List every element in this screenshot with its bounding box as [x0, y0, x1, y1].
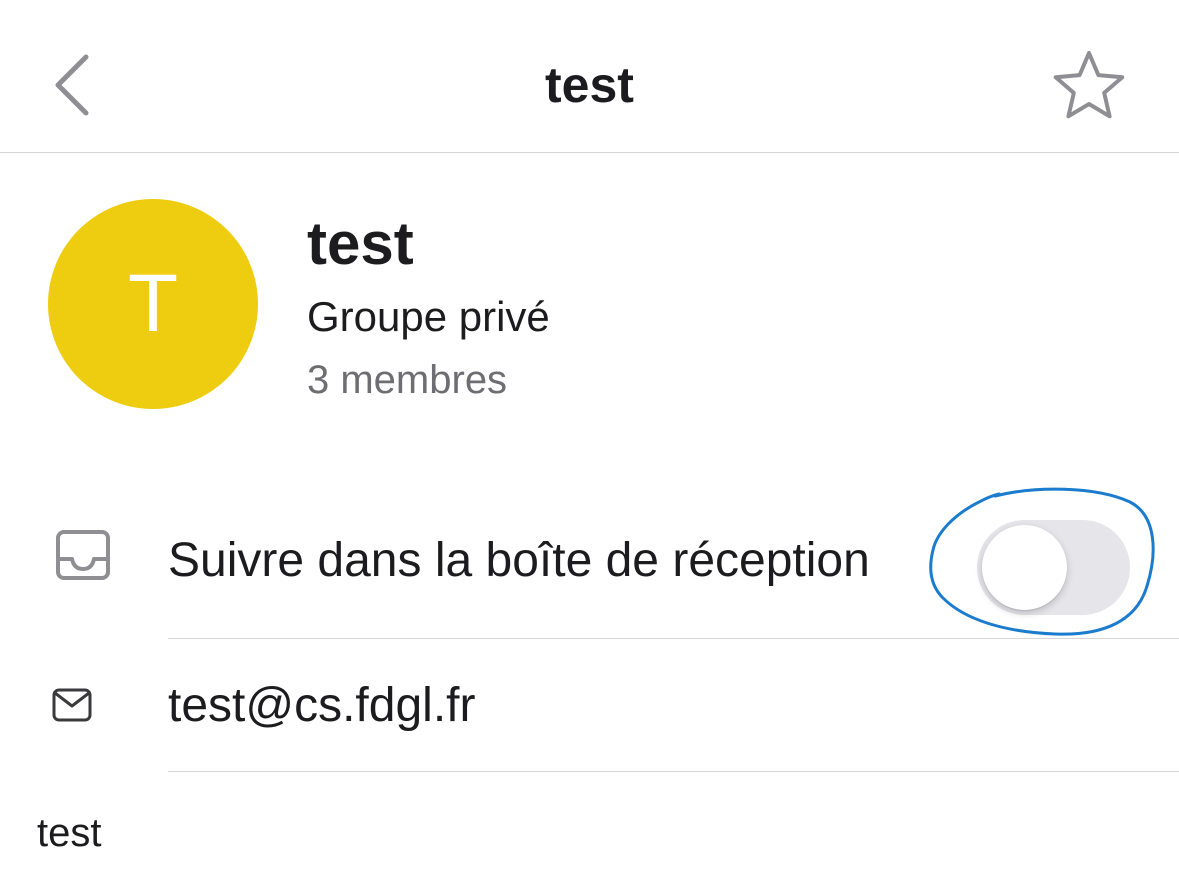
row-divider	[168, 771, 1179, 772]
group-description: test	[37, 811, 102, 855]
star-outline-icon	[1053, 51, 1125, 119]
inbox-tray-icon	[55, 529, 111, 586]
group-name: test	[307, 210, 414, 277]
follow-inbox-toggle[interactable]	[977, 520, 1130, 615]
group-details-screen: test T test Groupe privé 3 membres Suivr…	[0, 0, 1179, 871]
group-type: Groupe privé	[307, 293, 550, 340]
page-title: test	[545, 57, 634, 113]
toggle-knob	[982, 525, 1067, 610]
navigation-bar: test	[0, 0, 1179, 153]
follow-inbox-label: Suivre dans la boîte de réception	[168, 534, 870, 587]
group-member-count[interactable]: 3 membres	[307, 356, 507, 404]
row-divider	[168, 638, 1179, 639]
favorite-button[interactable]	[1050, 48, 1128, 122]
group-email[interactable]: test@cs.fdgl.fr	[168, 677, 475, 735]
envelope-icon	[52, 688, 92, 727]
group-avatar: T	[48, 199, 258, 409]
